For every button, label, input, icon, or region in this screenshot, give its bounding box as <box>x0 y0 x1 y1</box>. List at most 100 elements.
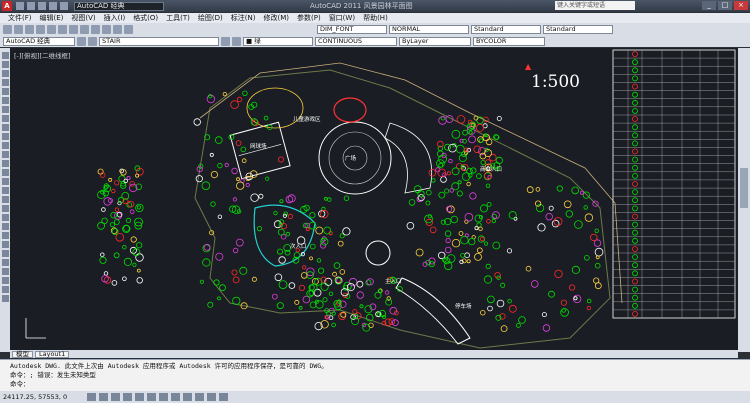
workspace-select[interactable]: AutoCAD 经典 <box>74 1 164 11</box>
draw-tool-icon[interactable] <box>1 133 9 140</box>
tool-icon[interactable] <box>47 24 56 34</box>
draw-tool-icon[interactable] <box>1 106 9 113</box>
tool-icon[interactable] <box>80 24 89 34</box>
layer-previous-icon[interactable] <box>232 36 241 46</box>
table-style-select[interactable]: Standard <box>471 24 541 34</box>
search-input[interactable]: 键入关键字或短语 <box>555 1 635 10</box>
draw-tool-icon[interactable] <box>1 205 9 212</box>
workspace-dropdown[interactable]: AutoCAD 经典 <box>3 36 75 46</box>
plot-style-select[interactable]: BYCOLOR <box>473 36 545 46</box>
vertical-scrollbar[interactable] <box>738 48 750 352</box>
draw-tool-icon[interactable] <box>1 250 9 257</box>
save-icon[interactable] <box>38 2 46 10</box>
tree-symbol <box>491 218 496 224</box>
command-window[interactable]: Autodesk DWG. 此文件上次由 Autodesk 应用程序或 Auto… <box>0 359 750 391</box>
tool-icon[interactable] <box>69 24 78 34</box>
menu-item[interactable]: 工具(T) <box>166 13 190 23</box>
draw-tool-icon[interactable] <box>1 232 9 239</box>
minimize-button[interactable]: _ <box>702 1 716 10</box>
draw-tool-icon[interactable] <box>1 286 9 293</box>
draw-tool-icon[interactable] <box>1 115 9 122</box>
draw-tool-icon[interactable] <box>1 70 9 77</box>
status-toggle-icon[interactable] <box>147 393 157 401</box>
draw-tool-icon[interactable] <box>1 151 9 158</box>
tool-icon[interactable] <box>36 24 45 34</box>
undo-icon[interactable] <box>49 2 57 10</box>
site-plan[interactable]: 儿童游戏区网球场广场停车场 商业入口主入口 次入口 <box>10 48 738 352</box>
tool-icon[interactable] <box>58 24 67 34</box>
tool-icon[interactable] <box>14 24 23 34</box>
draw-tool-icon[interactable] <box>1 241 9 248</box>
make-current-icon[interactable] <box>221 36 230 46</box>
draw-tool-icon[interactable] <box>1 142 9 149</box>
layer-state-icon[interactable] <box>88 36 97 46</box>
drawing-canvas[interactable]: 儿童游戏区 网球场 广场 停车场 商业入口 主入口 次入口 [-][俯视][二维线框] ▲ … <box>10 48 738 352</box>
draw-tool-icon[interactable] <box>1 223 9 230</box>
scroll-thumb[interactable] <box>740 168 748 208</box>
menu-item[interactable]: 标注(N) <box>231 13 256 23</box>
new-icon[interactable] <box>16 2 24 10</box>
draw-tool-icon[interactable] <box>1 259 9 266</box>
draw-tool-icon[interactable] <box>1 61 9 68</box>
status-toggle-icon[interactable] <box>87 393 97 401</box>
linetype-select[interactable]: CONTINUOUS <box>315 36 397 46</box>
menu-item[interactable]: 帮助(H) <box>363 13 388 23</box>
menu-item[interactable]: 插入(I) <box>104 13 126 23</box>
draw-tool-icon[interactable] <box>1 196 9 203</box>
status-toggle-icon[interactable] <box>135 393 145 401</box>
layer-manager-icon[interactable] <box>77 36 86 46</box>
text-style-select[interactable]: DIM_FONT <box>317 24 387 34</box>
draw-tool-icon[interactable] <box>1 97 9 104</box>
tool-icon[interactable] <box>113 24 122 34</box>
tool-icon[interactable] <box>124 24 133 34</box>
redo-icon[interactable] <box>60 2 68 10</box>
tool-icon[interactable] <box>91 24 100 34</box>
menu-item[interactable]: 窗口(W) <box>329 13 355 23</box>
status-toggle-icon[interactable] <box>195 393 205 401</box>
draw-tool-icon[interactable] <box>1 214 9 221</box>
open-icon[interactable] <box>27 2 35 10</box>
status-toggle-icon[interactable] <box>171 393 181 401</box>
draw-tool-icon[interactable] <box>1 169 9 176</box>
status-toggle-icon[interactable] <box>183 393 193 401</box>
status-toggle-icon[interactable] <box>123 393 133 401</box>
dim-style-select[interactable]: NORMAL <box>389 24 469 34</box>
menu-item[interactable]: 视图(V) <box>71 13 95 23</box>
tool-icon[interactable] <box>3 24 12 34</box>
status-toggle-icon[interactable] <box>99 393 109 401</box>
close-button[interactable]: × <box>734 1 748 10</box>
status-toggle-icon[interactable] <box>219 393 229 401</box>
menu-item[interactable]: 绘图(D) <box>198 13 223 23</box>
draw-tool-icon[interactable] <box>1 277 9 284</box>
tab-model[interactable]: 模型 <box>12 350 33 358</box>
status-toggle-icon[interactable] <box>111 393 121 401</box>
menu-item[interactable]: 格式(O) <box>133 13 158 23</box>
menu-item[interactable]: 编辑(E) <box>40 13 64 23</box>
draw-tool-icon[interactable] <box>1 178 9 185</box>
autocad-logo-icon[interactable]: A <box>2 1 12 11</box>
layer-select[interactable]: STAIR <box>99 36 219 46</box>
maximize-button[interactable]: □ <box>718 1 732 10</box>
draw-tool-icon[interactable] <box>1 79 9 86</box>
menu-item[interactable]: 修改(M) <box>263 13 289 23</box>
draw-tool-icon[interactable] <box>1 187 9 194</box>
draw-tool-icon[interactable] <box>1 295 9 302</box>
status-toggle-icon[interactable] <box>207 393 217 401</box>
status-toggle-icon[interactable] <box>159 393 169 401</box>
draw-tool-icon[interactable] <box>1 124 9 131</box>
multileader-style-select[interactable]: Standard <box>543 24 613 34</box>
tab-layout1[interactable]: Layout1 <box>35 350 70 358</box>
tool-icon[interactable] <box>102 24 111 34</box>
tool-icon[interactable] <box>25 24 34 34</box>
viewport-label[interactable]: [-][俯视][二维线框] <box>14 50 71 60</box>
menu-item[interactable]: 参数(P) <box>297 13 321 23</box>
draw-tool-icon[interactable] <box>1 160 9 167</box>
draw-tool-icon[interactable] <box>1 268 9 275</box>
lineweight-select[interactable]: ByLayer <box>399 36 471 46</box>
color-select[interactable]: ■ 绿 <box>243 36 313 46</box>
ucs-icon <box>25 318 46 339</box>
draw-tool-icon[interactable] <box>1 88 9 95</box>
command-prompt[interactable]: 命令： <box>10 380 740 389</box>
draw-tool-icon[interactable] <box>1 52 9 59</box>
menu-item[interactable]: 文件(F) <box>8 13 32 23</box>
